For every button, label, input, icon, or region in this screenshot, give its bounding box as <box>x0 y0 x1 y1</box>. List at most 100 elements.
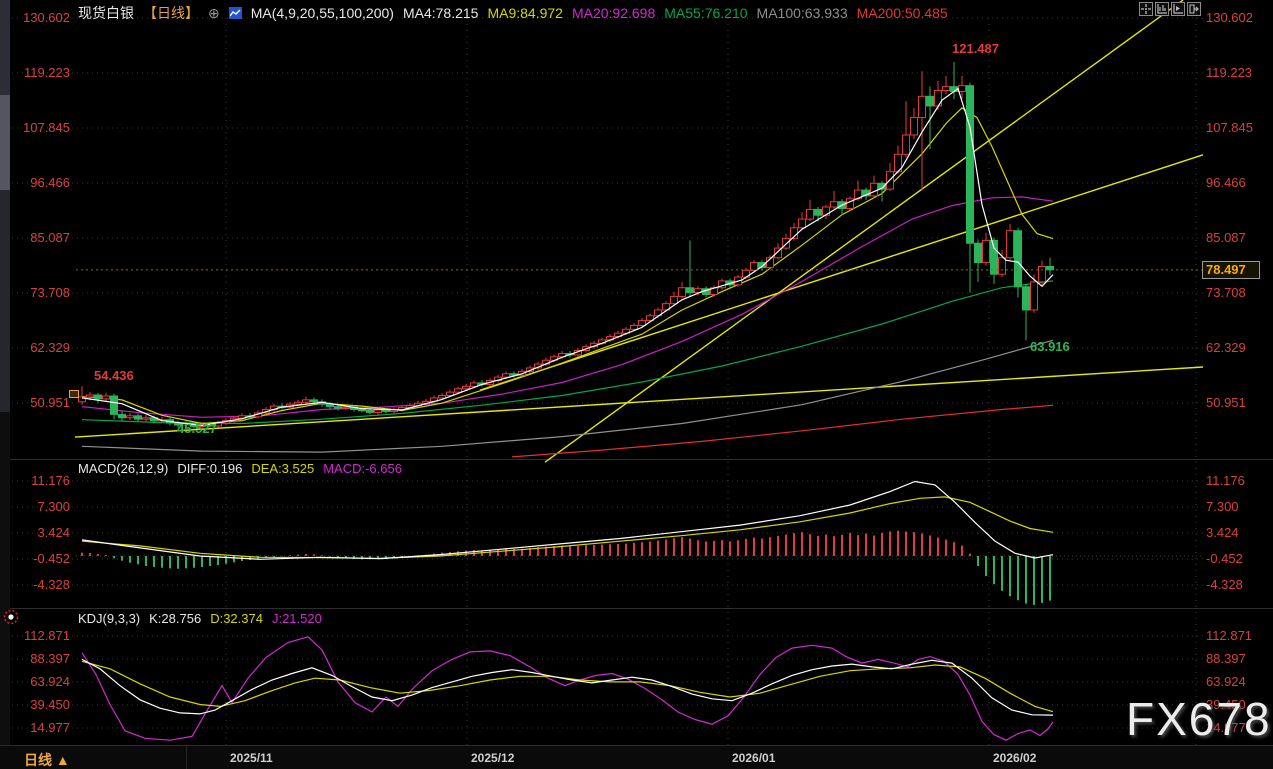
candle[interactable] <box>295 402 302 404</box>
time-axis-bar: 日线 ▲ 2025/112025/122026/012026/02 <box>0 745 1273 769</box>
candle[interactable] <box>463 386 470 388</box>
date-label: 2026/01 <box>732 751 775 765</box>
candle[interactable] <box>375 410 382 412</box>
kdj-settings: KDJ(9,3,3) <box>78 611 140 626</box>
candle[interactable] <box>631 325 638 329</box>
candle[interactable] <box>799 219 806 228</box>
candle[interactable] <box>943 87 950 91</box>
period-label: 日线 <box>24 752 52 768</box>
candle[interactable] <box>679 288 686 297</box>
macd-axis-label-right: 11.176 <box>1206 474 1245 488</box>
price-axis-label-right: 107.845 <box>1206 121 1253 135</box>
candle[interactable] <box>1047 266 1054 269</box>
candle[interactable] <box>303 400 310 402</box>
candle[interactable] <box>127 416 134 418</box>
j-line <box>82 637 1053 740</box>
candle[interactable] <box>1007 231 1014 258</box>
candle[interactable] <box>455 389 462 392</box>
trendline <box>545 0 1183 462</box>
candle[interactable] <box>1031 282 1038 310</box>
candle[interactable] <box>95 395 102 399</box>
candle[interactable] <box>991 240 998 274</box>
j-value: J:21.520 <box>272 611 322 626</box>
diff-line <box>82 482 1053 560</box>
candle[interactable] <box>983 240 990 262</box>
macd-axis-label-left: 3.424 <box>0 526 70 540</box>
ma4-value: MA4:78.215 <box>403 5 479 21</box>
candle[interactable] <box>831 202 838 207</box>
drawing-anchor-icon[interactable] <box>69 390 79 398</box>
candle[interactable] <box>327 404 334 406</box>
chart-stage: 现货白银【日线】⊕MA(4,9,20,55,100,200)MA4:78.215… <box>0 0 1273 769</box>
price-axis-label-right: 96.466 <box>1206 176 1246 190</box>
candle[interactable] <box>503 374 510 377</box>
ma100-line <box>82 340 1053 452</box>
chart-canvas[interactable] <box>0 0 1273 769</box>
axis-play-icon[interactable] <box>1171 2 1185 16</box>
candle[interactable] <box>975 243 982 262</box>
candle[interactable] <box>1023 287 1030 310</box>
price-axis-label-right: 50.951 <box>1206 396 1246 410</box>
low-annotation: 45.527 <box>177 421 217 436</box>
candle[interactable] <box>143 418 150 419</box>
candle[interactable] <box>919 96 926 117</box>
kdj-axis-label-left: 112.871 <box>0 629 70 643</box>
chart-toolbar <box>1139 2 1201 16</box>
macd-axis-label-left: 7.300 <box>0 500 70 514</box>
candle[interactable] <box>815 209 822 215</box>
candle[interactable] <box>639 321 646 326</box>
macd-value: MACD:-6.656 <box>323 461 402 476</box>
candle[interactable] <box>751 263 758 271</box>
candle[interactable] <box>335 407 342 408</box>
candle[interactable] <box>439 396 446 398</box>
kdj-panel-header: KDJ(9,3,3)K:28.756D:32.374J:21.520 <box>78 611 322 626</box>
kdj-axis-label-left: 14.977 <box>0 721 70 735</box>
exit-icon[interactable] <box>1187 2 1201 16</box>
candle[interactable] <box>1039 266 1046 281</box>
price-axis-label-left: 73.708 <box>0 286 70 300</box>
candle[interactable] <box>687 288 694 293</box>
trendline <box>75 367 1203 437</box>
diff-value: DIFF:0.196 <box>177 461 242 476</box>
candle[interactable] <box>807 209 814 219</box>
candle[interactable] <box>911 118 918 135</box>
high-annotation: 121.487 <box>952 41 999 56</box>
candle[interactable] <box>903 135 910 154</box>
candle[interactable] <box>671 296 678 303</box>
candle[interactable] <box>967 86 974 244</box>
candle[interactable] <box>359 410 366 411</box>
low-annotation: 63.916 <box>1030 339 1070 354</box>
candle[interactable] <box>959 86 966 92</box>
price-panel-header: 现货白银【日线】⊕MA(4,9,20,55,100,200)MA4:78.215… <box>78 3 948 23</box>
candle[interactable] <box>823 207 830 215</box>
candle[interactable] <box>927 96 934 106</box>
period-selector[interactable]: 日线 ▲ <box>24 750 70 769</box>
candle[interactable] <box>311 400 318 402</box>
live-indicator-icon[interactable] <box>3 609 19 630</box>
axis-chart-icon[interactable] <box>1155 2 1169 16</box>
macd-axis-label-right: 3.424 <box>1206 526 1239 540</box>
candle[interactable] <box>1015 231 1022 287</box>
price-axis-label-left: 50.951 <box>0 396 70 410</box>
candle[interactable] <box>383 410 390 411</box>
symbol-name: 现货白银 <box>78 3 134 23</box>
candle[interactable] <box>135 416 142 419</box>
axis-divider <box>186 746 187 769</box>
candle[interactable] <box>87 395 94 397</box>
candle[interactable] <box>103 396 110 399</box>
candle[interactable] <box>367 410 374 412</box>
trendline <box>480 155 1203 390</box>
candle[interactable] <box>343 407 350 408</box>
d-line <box>82 661 1053 711</box>
candle[interactable] <box>119 414 126 417</box>
price-axis-label-left: 107.845 <box>0 121 70 135</box>
period-arrow-icon: ▲ <box>56 752 70 768</box>
candle[interactable] <box>871 183 878 196</box>
candle[interactable] <box>999 258 1006 274</box>
mini-chart-icon[interactable] <box>229 7 242 19</box>
ma-settings: MA(4,9,20,55,100,200) <box>251 5 394 21</box>
date-label: 2026/02 <box>993 751 1036 765</box>
candle[interactable] <box>471 383 478 386</box>
crosshair-icon[interactable] <box>1139 2 1153 16</box>
candle[interactable] <box>111 396 118 414</box>
